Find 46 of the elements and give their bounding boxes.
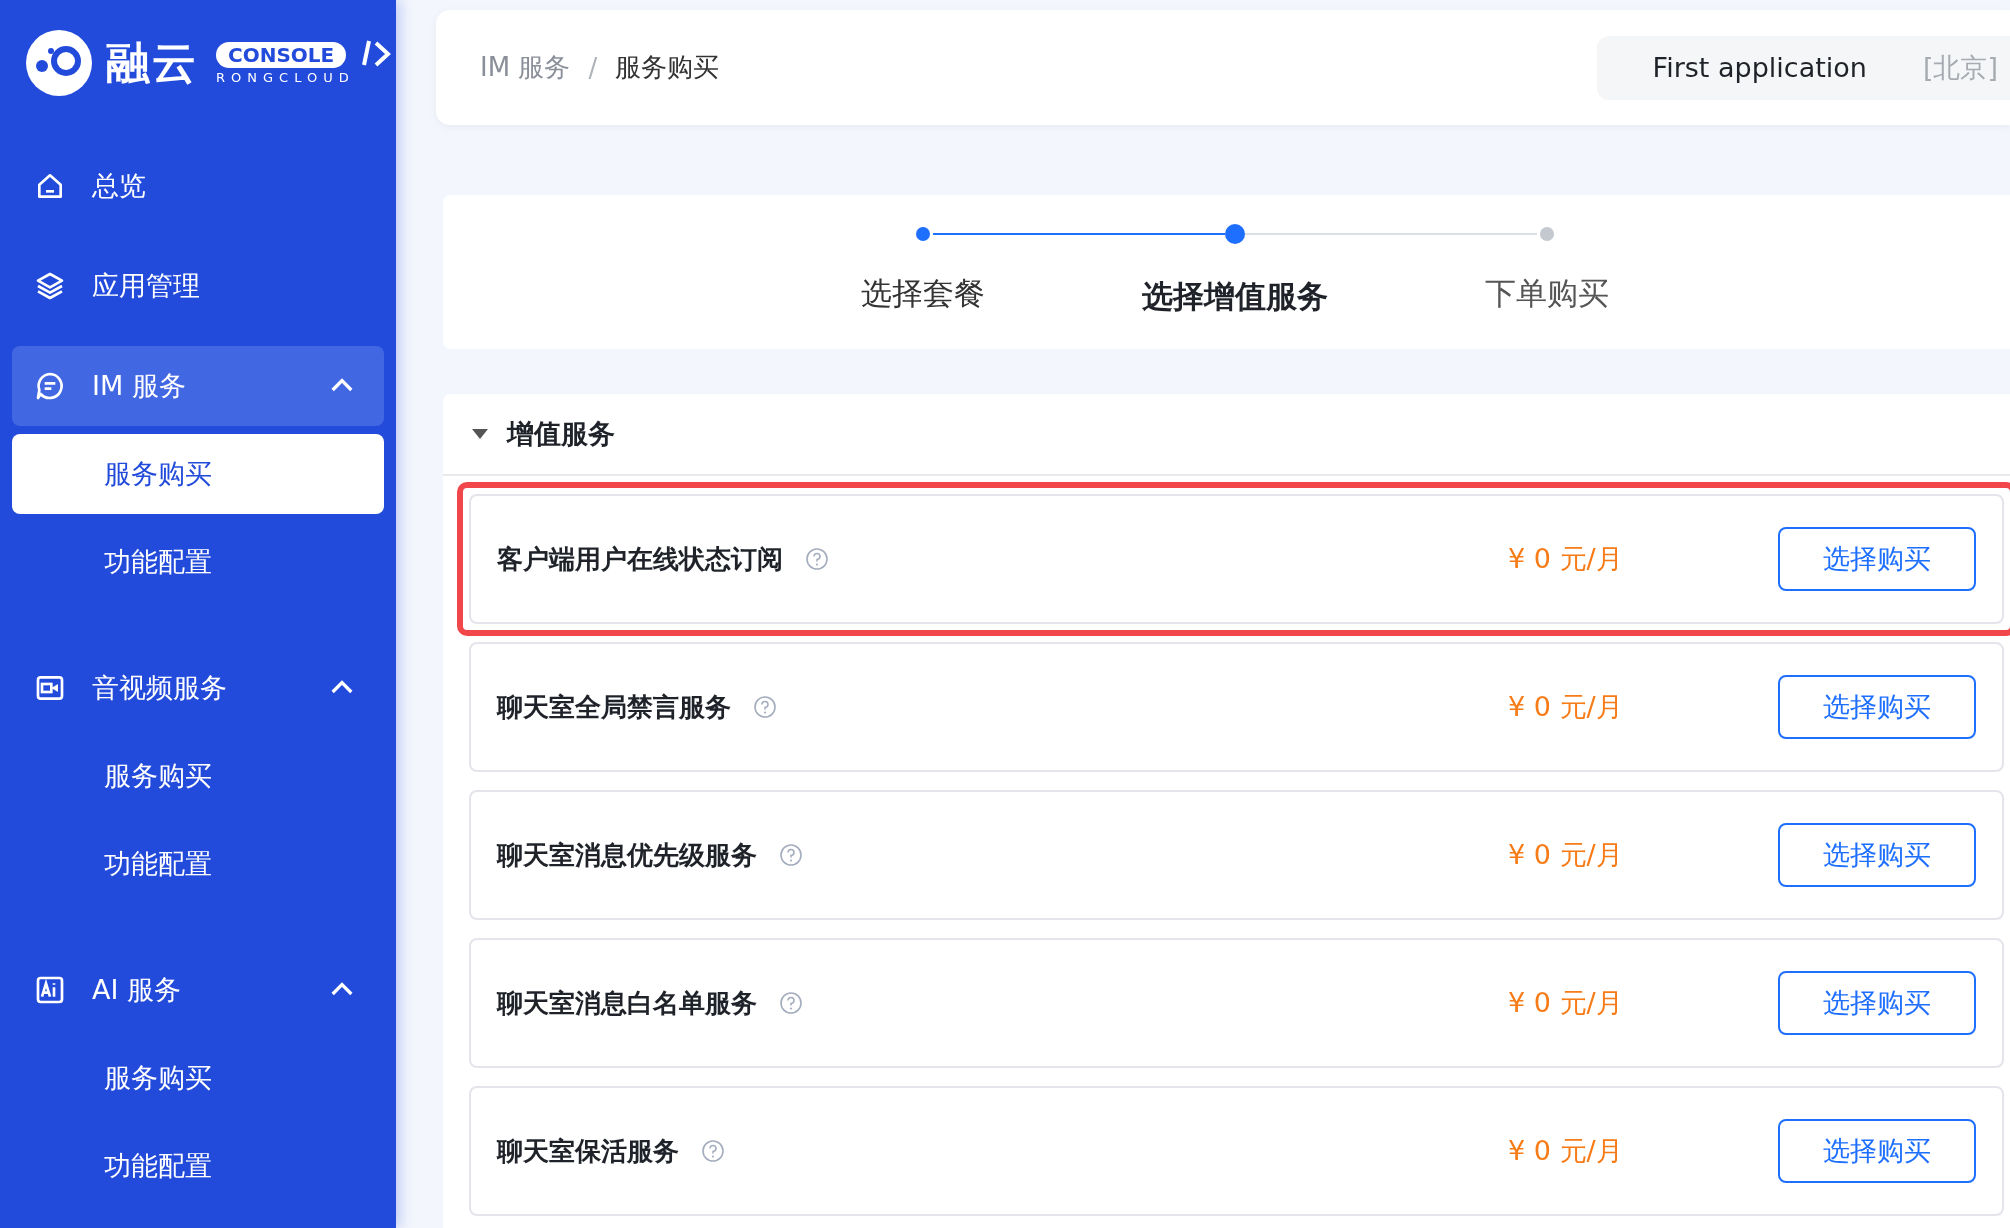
service-price: ¥ 0 元/月 [1508,542,1624,576]
step-label: 选择增值服务 [1141,277,1328,316]
select-purchase-button[interactable]: 选择购买 [1778,1119,1976,1183]
nav-group[interactable]: IM 服务 [12,346,384,426]
layers-icon [34,270,66,302]
chat-bubble-icon [34,370,66,402]
nav-item[interactable]: 应用管理 [12,246,384,326]
section-title: 增值服务 [507,417,615,451]
help-icon[interactable] [701,1139,725,1163]
service-name: 聊天室消息白名单服务 [497,986,757,1020]
console-badge: CONSOLE [216,41,347,68]
help-icon[interactable] [753,695,777,719]
brand-name: 融云 [106,35,198,90]
service-price: ¥ 0 元/月 [1508,1134,1624,1168]
service-price: ¥ 0 元/月 [1508,986,1624,1020]
select-purchase-button[interactable]: 选择购买 [1778,675,1976,739]
select-purchase-button[interactable]: 选择购买 [1778,527,1976,591]
nav-subitem[interactable]: 功能配置 [12,1126,384,1206]
caret-icon[interactable] [471,427,489,441]
service-name: 聊天室保活服务 [497,1134,679,1168]
help-icon[interactable] [805,547,829,571]
breadcrumb-separator: / [588,52,598,83]
nav-item[interactable]: 总览 [12,146,384,226]
select-purchase-button[interactable]: 选择购买 [1778,971,1976,1035]
ai-icon [34,974,66,1006]
nav-subitem[interactable]: 服务购买 [12,736,384,816]
step-label: 选择套餐 [860,274,985,313]
nav-subitem[interactable]: 功能配置 [12,522,384,602]
help-icon[interactable] [779,843,803,867]
nav-group[interactable]: AI 服务 [12,950,384,1030]
step-label: 下单购买 [1484,274,1609,313]
service-name: 聊天室消息优先级服务 [497,838,757,872]
nav-group[interactable]: 音视频服务 [12,648,384,728]
logo-icon [24,28,94,98]
nav-subitem[interactable]: 服务购买 [12,1038,384,1118]
logo-subtitle: RONGCLOUD [216,69,355,85]
service-name: 聊天室全局禁言服务 [497,690,731,724]
app-selector[interactable]: First application [北京] [1596,35,2010,100]
service-price: ¥ 0 元/月 [1508,690,1624,724]
breadcrumb-current: 服务购买 [615,51,720,84]
nav-subitem[interactable]: 功能配置 [12,824,384,904]
service-name: 客户端用户在线状态订阅 [497,542,783,576]
help-icon[interactable] [779,991,803,1015]
service-price: ¥ 0 元/月 [1508,838,1624,872]
nav-subitem[interactable]: 服务购买 [12,434,384,514]
select-purchase-button[interactable]: 选择购买 [1778,823,1976,887]
